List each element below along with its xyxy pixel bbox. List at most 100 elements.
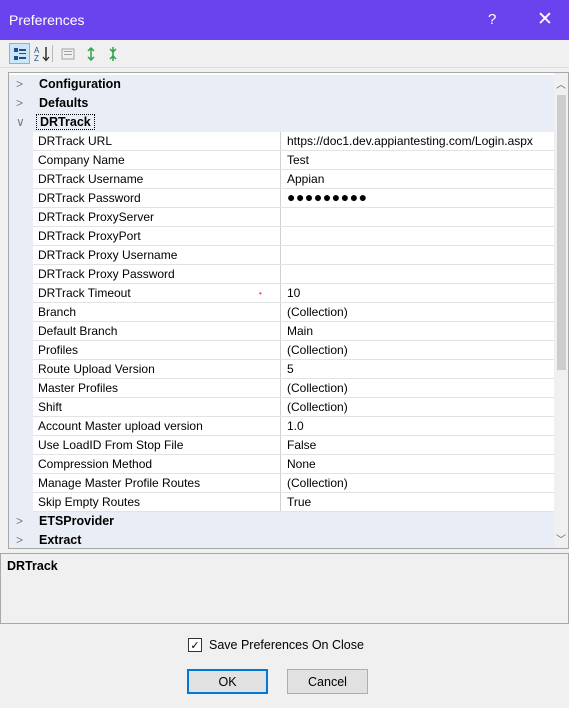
property-name: Manage Master Profile Routes [38, 476, 201, 490]
ok-button[interactable]: OK [187, 669, 268, 694]
toolbar-separator [52, 45, 53, 62]
property-name: DRTrack ProxyPort [38, 229, 141, 243]
property-row[interactable]: Master Profiles (Collection) [9, 379, 554, 398]
property-name: DRTrack ProxyServer [38, 210, 155, 224]
property-name: DRTrack Password [38, 191, 141, 205]
property-row[interactable]: Company Name Test [9, 151, 554, 170]
property-row[interactable]: DRTrack Username Appian [9, 170, 554, 189]
property-name: Use LoadID From Stop File [38, 438, 184, 452]
cancel-button[interactable]: Cancel [287, 669, 368, 694]
property-name: Account Master upload version [38, 419, 203, 433]
property-name: DRTrack Username [38, 172, 144, 186]
category-label: DRTrack [36, 114, 95, 130]
property-name: Skip Empty Routes [38, 495, 141, 509]
property-value[interactable]: True [287, 495, 554, 509]
property-row[interactable]: Branch (Collection) [9, 303, 554, 322]
category-label: ETSProvider [39, 514, 115, 528]
category-label: Configuration [39, 77, 121, 91]
property-value[interactable]: Appian [287, 172, 554, 186]
description-title: DRTrack [7, 559, 58, 573]
property-row[interactable]: Default Branch Main [9, 322, 554, 341]
category-etsprovider[interactable]: > ETSProvider [9, 512, 554, 531]
property-value[interactable]: 1.0 [287, 419, 554, 433]
property-value[interactable]: 5 [287, 362, 554, 376]
property-value[interactable]: 10 [287, 286, 554, 300]
categorized-view-icon [13, 47, 26, 60]
property-value[interactable]: None [287, 457, 554, 471]
property-value[interactable]: Main [287, 324, 554, 338]
property-name: Shift [38, 400, 63, 414]
property-row[interactable]: Use LoadID From Stop File False [9, 436, 554, 455]
property-pages-icon [61, 48, 74, 59]
property-row[interactable]: Profiles (Collection) [9, 341, 554, 360]
property-row[interactable]: Shift (Collection) [9, 398, 554, 417]
property-row[interactable]: DRTrack Proxy Password [9, 265, 554, 284]
property-value[interactable]: (Collection) [287, 400, 554, 414]
category-label: Extract [39, 533, 82, 547]
toolbar: A Z [0, 40, 569, 68]
scroll-up-icon[interactable]: ︿ [556, 76, 566, 91]
property-row[interactable]: Skip Empty Routes True [9, 493, 554, 512]
property-name: Branch [38, 305, 77, 319]
property-name: Compression Method [38, 457, 153, 471]
property-grid[interactable]: > Configuration > Defaults ∨ DRTrack DRT… [8, 72, 569, 549]
property-name: DRTrack URL [38, 134, 113, 148]
property-name: Route Upload Version [38, 362, 155, 376]
close-button[interactable]: ✕ [537, 8, 553, 31]
checkbox-box[interactable]: ✓ [188, 638, 202, 652]
property-value[interactable]: https://doc1.dev.appiantesting.com/Login… [287, 134, 554, 148]
property-name: Master Profiles [38, 381, 119, 395]
property-row[interactable]: DRTrack URL https://doc1.dev.appiantesti… [9, 132, 554, 151]
property-row[interactable]: DRTrack Timeout • 10 [9, 284, 554, 303]
chevron-right-icon[interactable]: > [16, 514, 23, 528]
chevron-right-icon[interactable]: > [16, 533, 23, 547]
property-name: Default Branch [38, 324, 118, 338]
title-bar: Preferences ? ✕ [0, 0, 569, 40]
modified-marker: • [259, 289, 262, 298]
category-configuration[interactable]: > Configuration [9, 75, 554, 94]
property-pages-button[interactable] [57, 43, 78, 64]
chevron-right-icon[interactable]: > [16, 96, 23, 110]
property-row[interactable]: Compression Method None [9, 455, 554, 474]
property-name: DRTrack Timeout [38, 286, 131, 300]
property-row[interactable]: DRTrack ProxyServer [9, 208, 554, 227]
property-value[interactable]: (Collection) [287, 476, 554, 490]
property-row[interactable]: Account Master upload version 1.0 [9, 417, 554, 436]
category-drtrack[interactable]: ∨ DRTrack [9, 113, 554, 132]
property-value[interactable]: (Collection) [287, 305, 554, 319]
expand-all-button[interactable] [80, 43, 101, 64]
property-name: Company Name [38, 153, 125, 167]
scroll-down-icon[interactable]: ﹀ [556, 531, 566, 546]
property-value[interactable]: (Collection) [287, 343, 554, 357]
help-button[interactable]: ? [488, 11, 496, 28]
alphabetical-sort-button[interactable]: A Z [31, 43, 52, 64]
property-value[interactable]: False [287, 438, 554, 452]
category-label: Defaults [39, 96, 89, 110]
property-row[interactable]: DRTrack Password ●●●●●●●●● [9, 189, 554, 208]
categorized-view-button[interactable] [9, 43, 30, 64]
property-row[interactable]: DRTrack ProxyPort [9, 227, 554, 246]
checkbox-label[interactable]: Save Preferences On Close [209, 638, 364, 652]
alphabetical-sort-icon: A Z [34, 46, 49, 63]
vertical-scrollbar[interactable]: ︿ ﹀ [554, 73, 568, 548]
collapse-all-icon [108, 46, 117, 61]
collapse-all-button[interactable] [102, 43, 123, 64]
window-title: Preferences [9, 12, 85, 28]
property-value[interactable]: Test [287, 153, 554, 167]
property-name: DRTrack Proxy Username [38, 248, 178, 262]
property-row[interactable]: Manage Master Profile Routes (Collection… [9, 474, 554, 493]
category-defaults[interactable]: > Defaults [9, 94, 554, 113]
scrollbar-thumb[interactable] [557, 95, 566, 370]
password-value[interactable]: ●●●●●●●●● [287, 189, 554, 205]
checkmark-icon: ✓ [190, 639, 200, 652]
category-extract[interactable]: > Extract [9, 531, 554, 548]
chevron-down-icon[interactable]: ∨ [16, 115, 25, 129]
sort-letter-z: Z [34, 54, 39, 63]
property-row[interactable]: DRTrack Proxy Username [9, 246, 554, 265]
expand-all-icon [86, 46, 95, 61]
property-name: Profiles [38, 343, 79, 357]
property-row[interactable]: Route Upload Version 5 [9, 360, 554, 379]
chevron-right-icon[interactable]: > [16, 77, 23, 91]
save-on-close-checkbox[interactable]: ✓ Save Preferences On Close [188, 638, 364, 652]
property-value[interactable]: (Collection) [287, 381, 554, 395]
